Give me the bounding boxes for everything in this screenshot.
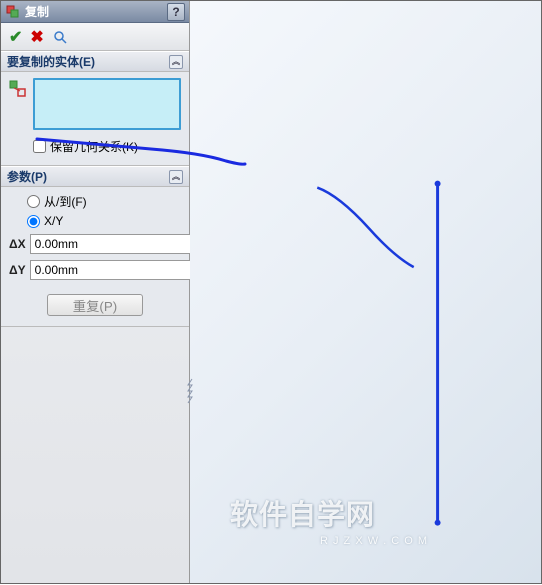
- action-bar: ✔ ✖: [1, 23, 189, 51]
- help-button[interactable]: ?: [167, 3, 185, 21]
- ok-icon[interactable]: ✔: [9, 27, 22, 47]
- radio-from-to-label: 从/到(F): [44, 193, 87, 210]
- entities-section: 要复制的实体(E) ︽ 保留几何关系(K): [1, 51, 189, 166]
- entities-header-label: 要复制的实体(E): [7, 53, 95, 70]
- radio-xy-row[interactable]: X/Y: [27, 214, 181, 228]
- dx-label: ΔX: [9, 237, 26, 251]
- watermark-sub-text: R J Z X W . C O M: [320, 535, 428, 547]
- dy-spinner[interactable]: ▲ ▼: [30, 260, 211, 280]
- entity-selection-box[interactable]: [33, 78, 181, 130]
- panel-title: 复制: [25, 3, 167, 20]
- cancel-icon[interactable]: ✖: [30, 27, 43, 47]
- chevron-up-icon[interactable]: ︽: [169, 55, 183, 69]
- params-header-label: 参数(P): [7, 168, 47, 185]
- dy-input[interactable]: [31, 261, 194, 279]
- repeat-button[interactable]: 重复(P): [47, 294, 143, 316]
- entities-header[interactable]: 要复制的实体(E) ︽: [1, 52, 189, 72]
- dx-spinner[interactable]: ▲ ▼: [30, 234, 211, 254]
- copy-feature-icon: [5, 4, 21, 20]
- splitter-handle[interactable]: [186, 371, 194, 411]
- title-bar: 复制 ?: [1, 1, 189, 23]
- radio-xy[interactable]: [27, 215, 40, 228]
- watermark-text: 软件自学网: [230, 493, 375, 533]
- dx-input[interactable]: [31, 235, 194, 253]
- entity-select-icon: [9, 80, 27, 98]
- property-panel: 复制 ? ✔ ✖ 要复制的实体(E) ︽: [1, 1, 190, 583]
- dy-row: ΔY ▲ ▼: [9, 260, 181, 280]
- keep-relations-label: 保留几何关系(K): [50, 138, 138, 155]
- dx-row: ΔX ▲ ▼: [9, 234, 181, 254]
- chevron-up-icon[interactable]: ︽: [169, 170, 183, 184]
- radio-from-to[interactable]: [27, 195, 40, 208]
- radio-from-to-row[interactable]: 从/到(F): [27, 193, 181, 210]
- keep-relations-checkbox-row[interactable]: 保留几何关系(K): [33, 138, 181, 155]
- graphics-canvas[interactable]: 软件自学网 R J Z X W . C O M: [190, 1, 541, 583]
- detailed-preview-icon[interactable]: [52, 29, 68, 45]
- radio-xy-label: X/Y: [44, 214, 63, 228]
- dy-label: ΔY: [9, 263, 26, 277]
- params-section: 参数(P) ︽ 从/到(F) X/Y ΔX: [1, 166, 189, 327]
- params-header[interactable]: 参数(P) ︽: [1, 167, 189, 187]
- keep-relations-checkbox[interactable]: [33, 140, 46, 153]
